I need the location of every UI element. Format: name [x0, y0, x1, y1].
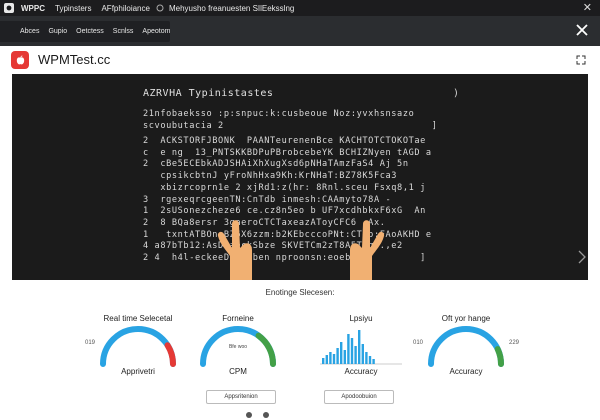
gauge-title: Oft yor hange [441, 314, 491, 323]
bar-histogram-icon [320, 330, 402, 365]
typing-panel-title: AZRVHA Typinistastes [143, 88, 274, 99]
histogram-bar [336, 348, 339, 364]
typing-line: 2 cBe5ECEbkADJSHAiXhXugXsd6pNHaTAmzFaS4 … [143, 159, 409, 170]
gauge-arc [100, 326, 176, 367]
fullscreen-icon[interactable] [576, 55, 586, 65]
histogram-bar [358, 330, 361, 364]
app-name[interactable]: WPPC [21, 4, 45, 13]
tab-3[interactable]: Oetctess [76, 28, 104, 35]
typing-line: scvoubutacia 2 ] [143, 121, 438, 131]
site-title[interactable]: WPMTest.cc [38, 52, 110, 67]
histogram-bar [368, 356, 372, 364]
section-title: Enotinge Slecesen: [265, 288, 335, 297]
gauge-title: Real time Selecetal [103, 314, 173, 323]
tab-1[interactable]: Abces [20, 28, 39, 35]
apple-logo-icon[interactable] [11, 51, 29, 69]
gauge-label: Apprivetri [121, 367, 155, 376]
histogram-bar [354, 346, 357, 364]
chevron-right-icon[interactable] [578, 250, 586, 264]
tab-5[interactable]: Apeotom [142, 28, 170, 35]
menu-separator-icon [156, 4, 164, 12]
gauge-min-value: 010 [413, 340, 424, 346]
left-hand-icon [217, 220, 252, 280]
gauge-center-value: Bfe woo [228, 344, 248, 350]
page-dot[interactable] [263, 412, 269, 418]
gauge-2: Forneine Bfe woo CPM [183, 314, 293, 384]
tab-4[interactable]: Scnlss [113, 28, 134, 35]
histogram-bar [361, 344, 364, 364]
app-icon[interactable] [3, 2, 15, 14]
secondary-button[interactable]: Apodoobuion [324, 390, 394, 404]
gauge-label: CPM [229, 367, 247, 376]
gauge-4: Oft yor hange 010 229 Accuracy [411, 314, 521, 384]
close-icon[interactable] [574, 22, 590, 38]
typing-panel[interactable]: AZRVHA Typinistastes ) 21nfobaeksso :p:s… [12, 74, 588, 280]
gauge-1: Real time Selecetal 019 Apprivetri [83, 314, 193, 384]
gauge-title: Forneine [222, 314, 254, 323]
menu-item-1[interactable]: Typinsters [55, 4, 91, 13]
histogram-bar [332, 354, 336, 364]
close-icon[interactable]: ✕ [583, 1, 592, 14]
typing-line: xbizrcoprn1e 2 xjRd1:z(hr: 8Rnl.sceu Fsx… [143, 182, 426, 193]
gauge-arc [428, 326, 504, 367]
histogram-bar [322, 358, 325, 364]
histogram-bar [325, 355, 328, 364]
histogram-bar [372, 359, 375, 364]
typing-line: 2 ACKSTORFJBONK PAANTeurenenBce KACHTOTC… [143, 136, 426, 146]
right-hand-icon [350, 220, 385, 280]
typing-line: 3 rgexeqrcgeenTN:CnTdb inmesh:CAAmyto78A… [143, 194, 392, 205]
histogram-bar [365, 352, 368, 364]
typing-panel-bracket: ) [453, 88, 460, 99]
top-system-bar: WPPC Typinsters AFfphiloiance Mehyusho f… [0, 0, 600, 16]
gauge-max-value: 229 [508, 340, 519, 346]
histogram-bar [343, 350, 346, 364]
gauge-label: Accuracy [449, 367, 483, 376]
site-header: WPMTest.cc [0, 46, 600, 74]
histogram-bar [350, 338, 354, 364]
gauge-label: Accuracy [344, 367, 378, 376]
typing-line: cpsikcbtnJ yFroNhHxa9Kh:KrNHaT:BZ78K5Fca… [143, 171, 398, 182]
gauge-3: Lpsiyu Accuracy [306, 314, 416, 384]
histogram-bar [329, 352, 332, 364]
menu-item-3[interactable]: Mehyusho freanuesten SIlEeksslng [169, 4, 294, 13]
page-dot[interactable] [246, 412, 252, 418]
histogram-bar [347, 334, 350, 364]
typing-line: c e ng 13_PNTSKKBDPuPBrobcebeYK BCHIZNye… [143, 147, 432, 158]
nav-tabs: Abces Gupio Oetctess Scnlss Apeotom [0, 21, 170, 42]
tab-2[interactable]: Gupio [48, 28, 67, 35]
gauge-title: Lpsiyu [349, 314, 373, 323]
primary-button[interactable]: Appsritenion [206, 390, 276, 404]
nav-bar: Abces Gupio Oetctess Scnlss Apeotom [0, 16, 600, 46]
histogram-bar [340, 342, 343, 364]
menu-item-2[interactable]: AFfphiloiance [101, 4, 149, 13]
typing-line: 21nfobaeksso :p:snpuc:k:cusbeoue Noz:yvx… [143, 109, 415, 119]
gauge-min-value: 019 [85, 340, 96, 346]
